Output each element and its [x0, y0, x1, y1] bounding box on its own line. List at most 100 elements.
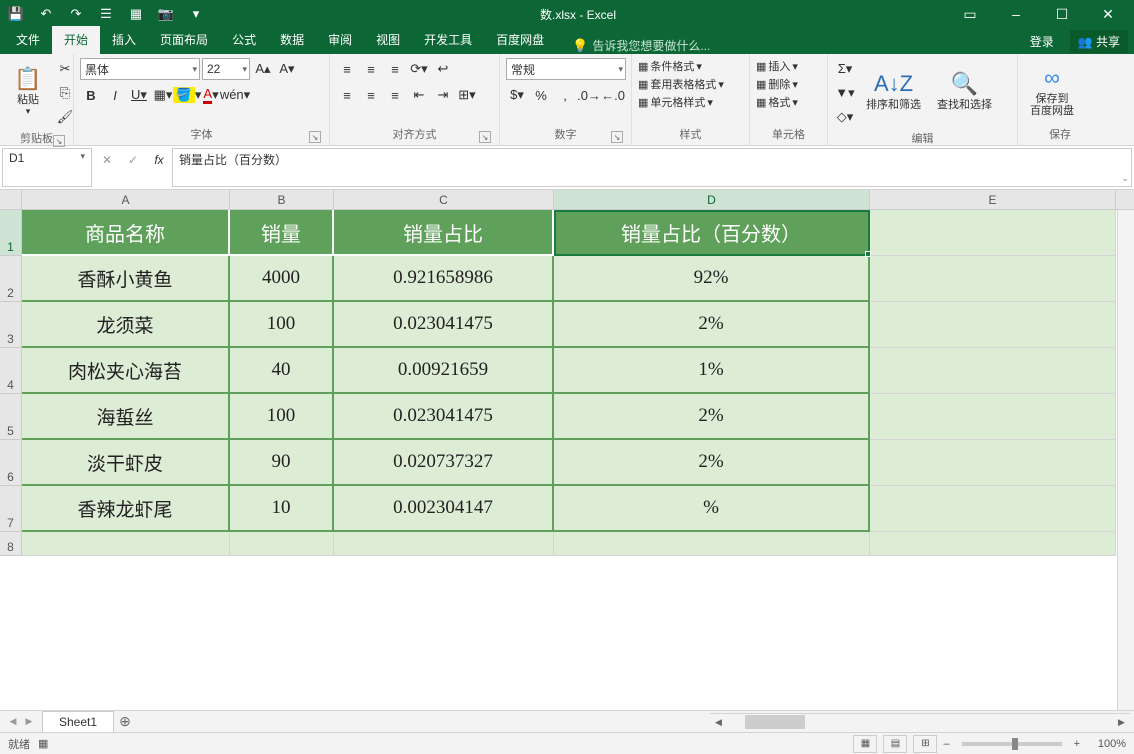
cell[interactable]: 0.00921659	[334, 348, 554, 394]
row-header-4[interactable]: 4	[0, 348, 22, 394]
fill-color-icon[interactable]: 🪣▾	[176, 84, 198, 106]
cell[interactable]	[870, 302, 1116, 348]
cell[interactable]: 0.020737327	[334, 440, 554, 486]
close-button[interactable]: ✕	[1086, 0, 1130, 28]
paste-button[interactable]: 📋 粘贴 ▾	[6, 58, 50, 124]
decrease-decimal-icon[interactable]: ←.0	[602, 84, 624, 106]
cell[interactable]	[870, 210, 1116, 256]
clear-icon[interactable]: ◇▾	[834, 106, 856, 128]
cell[interactable]	[870, 348, 1116, 394]
cell[interactable]: 海蜇丝	[22, 394, 230, 440]
sheet-tab-sheet1[interactable]: Sheet1	[42, 711, 114, 732]
cell[interactable]	[870, 486, 1116, 532]
tab-page-layout[interactable]: 页面布局	[148, 26, 220, 54]
format-cells-button[interactable]: ▦ 格式▾	[756, 94, 798, 110]
ribbon-display-options-icon[interactable]: ▭	[948, 0, 992, 28]
cell[interactable]: 0.002304147	[334, 486, 554, 532]
row-header-8[interactable]: 8	[0, 532, 22, 556]
zoom-in-icon[interactable]: +	[1074, 738, 1080, 750]
row-header-3[interactable]: 3	[0, 302, 22, 348]
horizontal-scrollbar[interactable]: ◀▶	[710, 713, 1130, 730]
currency-icon[interactable]: $▾	[506, 84, 528, 106]
header-cell[interactable]: 销量占比（百分数）	[554, 210, 870, 256]
header-cell[interactable]: 销量占比	[334, 210, 554, 256]
cell[interactable]: 肉松夹心海苔	[22, 348, 230, 394]
align-top-icon[interactable]: ≡	[336, 58, 358, 80]
cell[interactable]: 40	[230, 348, 334, 394]
font-launcher-icon[interactable]: ↘	[309, 131, 321, 143]
cell[interactable]: 10	[230, 486, 334, 532]
cut-icon[interactable]: ✂	[54, 58, 76, 80]
tab-home[interactable]: 开始	[52, 26, 100, 54]
clipboard-launcher-icon[interactable]: ↘	[53, 135, 65, 147]
col-header-d[interactable]: D	[554, 190, 870, 209]
number-launcher-icon[interactable]: ↘	[611, 131, 623, 143]
page-break-view-icon[interactable]: ⊞	[913, 735, 937, 753]
autosum-icon[interactable]: Σ▾	[834, 58, 856, 80]
zoom-slider[interactable]	[962, 742, 1062, 746]
format-painter-icon[interactable]: 🖌	[54, 106, 76, 128]
spreadsheet-grid[interactable]: A B C D E 1 2 3 4 5 6 7 8 商品名称销量销量占比销量占比…	[0, 190, 1134, 710]
format-as-table-button[interactable]: ▦ 套用表格格式▾	[638, 76, 724, 92]
cell[interactable]	[870, 440, 1116, 486]
row-header-7[interactable]: 7	[0, 486, 22, 532]
sort-filter-button[interactable]: A↓Z 排序和筛选	[860, 58, 927, 124]
cell[interactable]	[870, 394, 1116, 440]
select-all-corner[interactable]	[0, 190, 22, 209]
header-cell[interactable]: 销量	[230, 210, 334, 256]
underline-icon[interactable]: U▾	[128, 84, 150, 106]
cell[interactable]: 2%	[554, 394, 870, 440]
zoom-out-icon[interactable]: –	[943, 738, 949, 750]
cell[interactable]	[334, 532, 554, 556]
fill-handle[interactable]	[865, 251, 871, 257]
cell[interactable]: 0.023041475	[334, 394, 554, 440]
col-header-e[interactable]: E	[870, 190, 1116, 209]
cell[interactable]	[230, 532, 334, 556]
tab-view[interactable]: 视图	[364, 26, 412, 54]
find-select-button[interactable]: 🔍 查找和选择	[931, 58, 998, 124]
tell-me-box[interactable]: 💡 告诉我您想要做什么...	[572, 37, 710, 54]
camera-icon[interactable]: 📷	[154, 2, 178, 26]
align-middle-icon[interactable]: ≡	[360, 58, 382, 80]
macro-record-icon[interactable]: ▦	[38, 737, 48, 750]
cells-area[interactable]: 商品名称销量销量占比销量占比（百分数）香酥小黄鱼40000.9216589869…	[22, 210, 1134, 556]
row-header-5[interactable]: 5	[0, 394, 22, 440]
increase-decimal-icon[interactable]: .0→	[578, 84, 600, 106]
cancel-formula-icon[interactable]: ✕	[96, 150, 118, 170]
cell-styles-button[interactable]: ▦ 单元格样式▾	[638, 94, 713, 110]
font-name-combo[interactable]: 黑体▾	[80, 58, 200, 80]
zoom-level[interactable]: 100%	[1086, 738, 1126, 750]
login-button[interactable]: 登录	[1022, 30, 1062, 53]
vertical-scrollbar[interactable]	[1117, 210, 1134, 710]
page-layout-view-icon[interactable]: ▤	[883, 735, 907, 753]
cell[interactable]: 0.921658986	[334, 256, 554, 302]
cell[interactable]: 4000	[230, 256, 334, 302]
conditional-format-button[interactable]: ▦ 条件格式▾	[638, 58, 702, 74]
tab-review[interactable]: 审阅	[316, 26, 364, 54]
tab-data[interactable]: 数据	[268, 26, 316, 54]
expand-formula-bar-icon[interactable]: ⌄	[1121, 173, 1129, 184]
cell[interactable]: 90	[230, 440, 334, 486]
wrap-text-icon[interactable]: ↩	[432, 58, 454, 80]
save-icon[interactable]: 💾	[4, 2, 28, 26]
redo-icon[interactable]: ↷	[64, 2, 88, 26]
align-right-icon[interactable]: ≡	[384, 84, 406, 106]
col-header-c[interactable]: C	[334, 190, 554, 209]
cell[interactable]: 1%	[554, 348, 870, 394]
border-icon[interactable]: ▦▾	[152, 84, 174, 106]
qat-dropdown-icon[interactable]: ▾	[184, 2, 208, 26]
cell[interactable]: 92%	[554, 256, 870, 302]
touch-mode-icon[interactable]: ☰	[94, 2, 118, 26]
cell[interactable]: 淡干虾皮	[22, 440, 230, 486]
percent-icon[interactable]: %	[530, 84, 552, 106]
decrease-font-icon[interactable]: A▾	[276, 58, 298, 80]
maximize-button[interactable]: ☐	[1040, 0, 1084, 28]
font-color-icon[interactable]: A▾	[200, 84, 222, 106]
share-button[interactable]: 👥 共享	[1070, 30, 1128, 53]
cell[interactable]	[870, 256, 1116, 302]
increase-font-icon[interactable]: A▴	[252, 58, 274, 80]
cell[interactable]: 2%	[554, 440, 870, 486]
delete-cells-button[interactable]: ▦ 删除▾	[756, 76, 798, 92]
fill-icon[interactable]: ▼▾	[834, 82, 856, 104]
add-sheet-button[interactable]: ⊕	[114, 711, 136, 733]
